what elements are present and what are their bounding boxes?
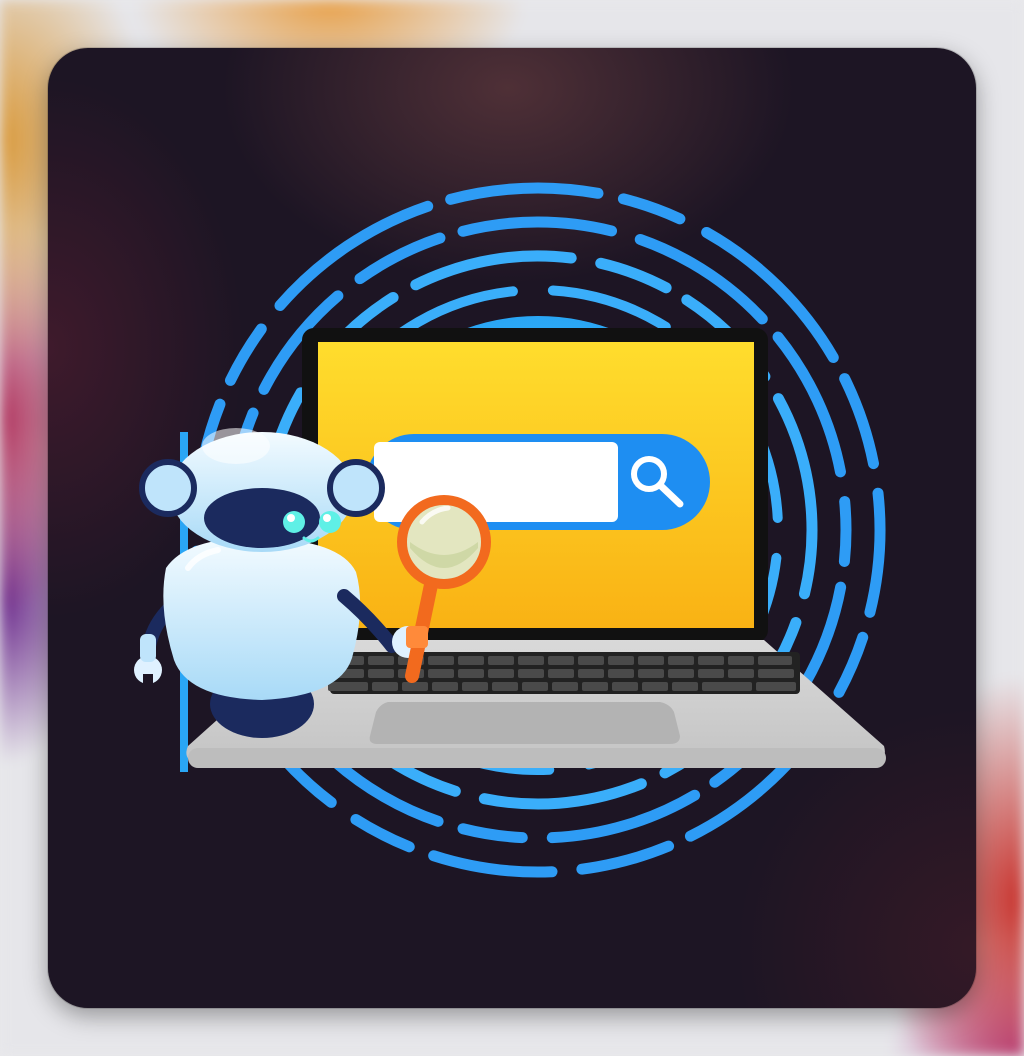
illustration [134,182,886,878]
wrench-hand-icon [134,634,162,688]
trackpad [369,702,680,744]
app-icon-stage [0,0,1024,1056]
app-icon-card[interactable] [48,48,976,1008]
